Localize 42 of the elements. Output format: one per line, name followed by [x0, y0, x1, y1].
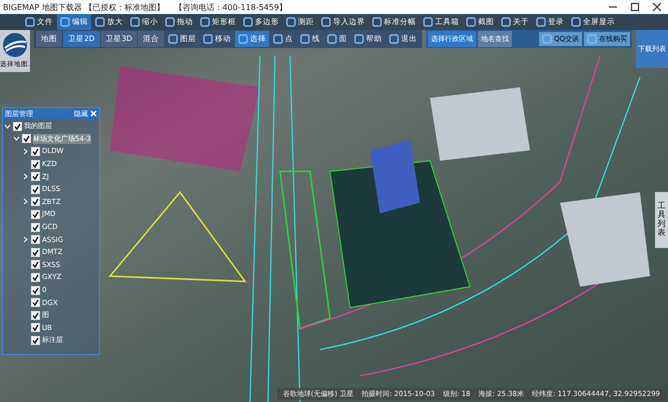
layer-checkbox[interactable] [31, 172, 40, 182]
square-icon [203, 34, 214, 44]
square-icon [286, 17, 296, 27]
tool-list-tab[interactable]: 工具列表 [655, 192, 668, 248]
square-icon [321, 17, 331, 27]
square-icon [60, 17, 70, 27]
square-icon [372, 17, 382, 27]
collapse-caret-icon[interactable] [13, 135, 20, 142]
expand-caret-icon[interactable] [22, 236, 29, 244]
expand-caret-icon[interactable] [22, 173, 29, 180]
window-title: BIGEMAP 地图下载器 【已授权：标准地图】 [3, 2, 164, 12]
square-icon [536, 17, 546, 27]
layer-checkbox[interactable] [31, 235, 40, 244]
square-icon [130, 17, 140, 27]
square-icon [587, 34, 598, 44]
square-icon [273, 34, 284, 44]
square-icon [571, 17, 581, 27]
layer-checkbox[interactable] [31, 298, 40, 308]
maximize-icon[interactable] [630, 2, 640, 12]
expand-caret-icon[interactable] [22, 198, 29, 206]
layer-checkbox[interactable] [31, 260, 40, 270]
square-icon [501, 17, 511, 27]
square-icon [243, 17, 253, 27]
square-icon [168, 34, 178, 44]
square-icon [165, 17, 175, 27]
collapse-caret-icon[interactable] [4, 122, 11, 130]
globe-icon [2, 32, 28, 58]
square-icon [95, 17, 105, 27]
square-icon [238, 34, 248, 44]
square-icon [423, 17, 433, 27]
hotline-text: 【咨询电话：400-118-5459】 [174, 2, 288, 12]
square-icon [25, 17, 35, 27]
expand-caret-icon[interactable] [22, 148, 29, 155]
square-icon [354, 34, 364, 44]
square-icon [542, 34, 552, 44]
layer-checkbox[interactable] [31, 323, 40, 332]
square-icon [300, 34, 310, 44]
square-icon [389, 34, 400, 44]
square-icon [327, 34, 338, 44]
close-icon[interactable] [652, 2, 662, 12]
square-icon [200, 17, 210, 27]
square-icon [466, 17, 476, 27]
